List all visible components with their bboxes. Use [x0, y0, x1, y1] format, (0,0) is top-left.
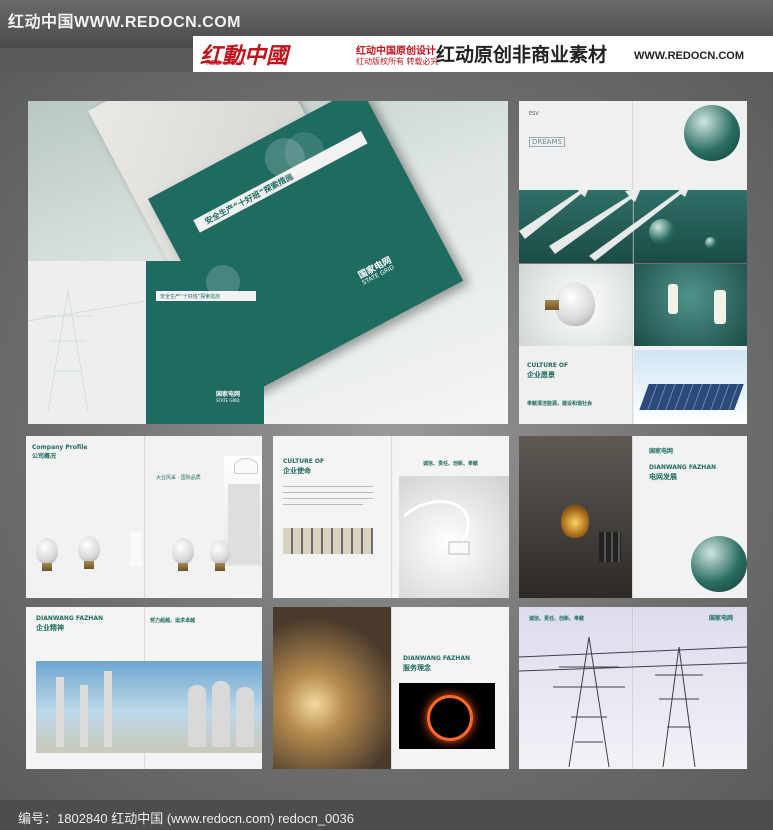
page-mission: CULTURE OF 企业使命 诚信、责任、创新、奉献 [273, 436, 509, 598]
plant-photo [36, 661, 262, 753]
page-vision: CULTURE OF 企业愿景 奉献清洁能源，建设和谐社会 [519, 264, 747, 424]
spread-brand-en: STATE GRID [216, 398, 240, 403]
page-spine [391, 436, 393, 598]
spread-brand: 国家电网 [216, 391, 241, 398]
battery-icon [599, 532, 621, 562]
bulb-icon [210, 540, 230, 564]
service-label: DIANWANG FAZHAN [403, 655, 470, 662]
bulb-base [545, 300, 559, 310]
solar-photo [634, 350, 747, 424]
spread-circle [206, 265, 240, 299]
glow-ring-icon [427, 695, 473, 741]
cfl-photo [634, 264, 747, 346]
page-spine [632, 436, 634, 598]
mission-cn: 企业使命 [283, 467, 311, 475]
values-text: 诚信、责任、创新、奉献 [423, 461, 479, 467]
culture-cn: 企业愿景 [527, 371, 555, 379]
pylon-sketch [28, 290, 147, 412]
page-spirit: DIANWANG FAZHAN 企业精神 努力超越，追求卓越 [26, 607, 262, 769]
values-text: 诚信、责任、创新、奉献 [529, 616, 585, 622]
bulb-base [178, 563, 188, 571]
footer-text: 编号：1802840 红动中国 (www.redocn.com) redocn_… [18, 811, 354, 826]
sparks-photo [273, 607, 391, 769]
globe-icon [649, 219, 675, 245]
text-line [283, 498, 373, 499]
cfl-icon [714, 290, 726, 324]
worker [188, 685, 206, 747]
cover-mockup: 安全生产“十好班”探索措施 国家电网 STATE GRID 安全生产“十好班”探… [28, 101, 508, 424]
brand-small: 国家电网 [709, 615, 734, 622]
plug-photo [399, 476, 509, 598]
bulb-icon [555, 282, 595, 326]
site-title: 红动中国WWW.REDOCN.COM [8, 14, 241, 31]
worker [212, 681, 230, 747]
globe-icon [691, 536, 747, 592]
cfl-icon [130, 532, 142, 566]
glowing-bulb-icon [561, 504, 589, 538]
bulb-icon [78, 536, 100, 562]
banner-url: WWW.REDOCN.COM [634, 50, 744, 62]
dianwang-label: DIANWANG FAZHAN [649, 464, 716, 471]
spread-left-page [28, 261, 147, 424]
brand-small: 国家电网 [649, 448, 674, 455]
service-cn: 服务理念 [403, 664, 431, 672]
chimney [80, 685, 88, 747]
chimney [56, 677, 64, 747]
dark-bulb-photo [519, 436, 632, 598]
bulb-icon [172, 538, 194, 564]
pylon-graphic [519, 636, 747, 768]
page-spine [144, 436, 146, 598]
plug-cable [403, 500, 470, 555]
spirit-cn: 企业精神 [36, 624, 64, 632]
culture-label: CULTURE OF [527, 362, 569, 369]
engineer-body [228, 484, 260, 564]
page-development: 国家电网 DIANWANG FAZHAN 电网发展 [519, 436, 747, 598]
globe-icon [705, 237, 717, 249]
globe-icon [684, 105, 740, 161]
page-profile: Company Profile 公司概况 大业风采 · 国际品质 [26, 436, 262, 598]
page-service: DIANWANG FAZHAN 服务理念 [273, 607, 509, 769]
spread-right-page: 安全生产“十好班”探索措施 国家电网 STATE GRID [146, 261, 264, 424]
solar-panel [639, 384, 744, 410]
page-spine [391, 607, 393, 769]
bulb-base [84, 561, 94, 569]
dianwang-cn: 电网发展 [649, 473, 677, 481]
text-line [283, 504, 363, 505]
slogan: 努力超越，追求卓越 [150, 618, 196, 624]
dreams-label: DREAMS [529, 137, 565, 147]
bulb-base [215, 563, 225, 571]
dianwang-label: DIANWANG FAZHAN [36, 615, 103, 622]
tagline: 奉献清洁能源，建设和谐社会 [527, 401, 593, 407]
cfl-icon [668, 284, 678, 314]
worker [236, 687, 254, 747]
profile-cn: 公司概况 [32, 453, 57, 460]
banner-main-text: 红动原创非商业素材 [436, 44, 608, 66]
page-pylon: 诚信、责任、创新、奉献 国家电网 [519, 607, 747, 769]
hardhat-icon [234, 458, 258, 474]
bulb-photo [519, 264, 632, 346]
culture-label: CULTURE OF [283, 458, 325, 465]
banner-line-2: 红动版权所有 转载必究 [356, 57, 439, 66]
logo-subtitle: RED-CHINA [206, 60, 245, 67]
profile-label: Company Profile [32, 444, 88, 451]
esv-label: ESV [529, 111, 539, 117]
glow-ring-photo [399, 683, 495, 749]
text-line [283, 486, 373, 487]
text-line [283, 492, 373, 493]
profile-caption: 大业风采 · 国际品质 [156, 475, 201, 481]
page-dreams: ESV DREAMS [519, 101, 747, 263]
bulb-base [42, 563, 52, 571]
chimney [104, 671, 112, 747]
cover-ribbon-text: 安全生产“十好班”探索措施 [203, 171, 295, 227]
batteries-photo [283, 528, 373, 554]
bulb-icon [36, 538, 58, 564]
banner-line-1: 红动中国原创设计 [356, 46, 436, 57]
